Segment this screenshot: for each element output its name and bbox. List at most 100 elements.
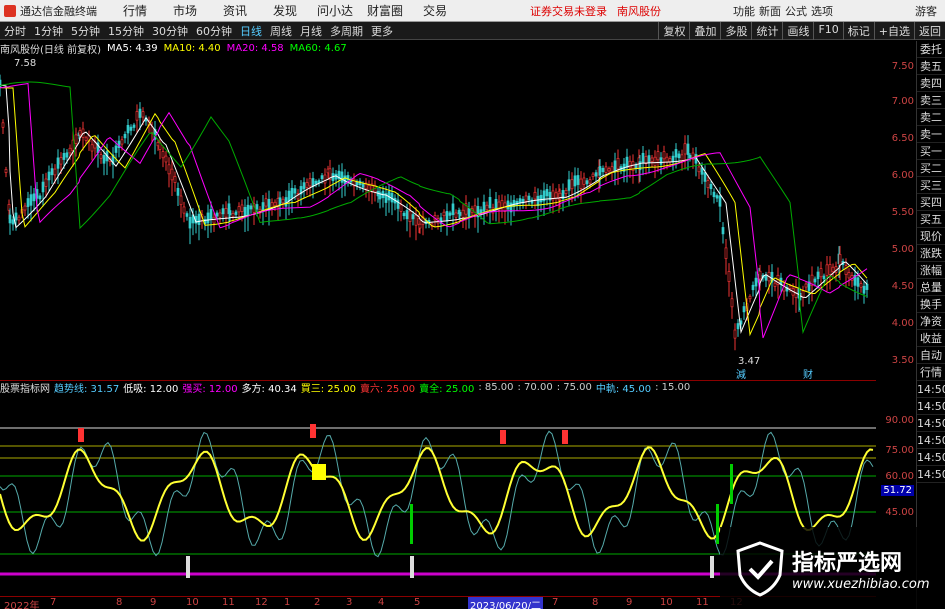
candle-body	[126, 124, 130, 134]
draw-button[interactable]: 画线	[782, 22, 813, 40]
menu-options[interactable]: 选项	[809, 3, 835, 19]
candle-body	[50, 168, 54, 176]
back-button[interactable]: 返回	[914, 22, 945, 40]
side-item[interactable]: 现价	[917, 228, 945, 245]
candle-body	[594, 172, 598, 177]
event-tag[interactable]: 減	[736, 366, 746, 381]
login-notice[interactable]: 证券交易未登录	[530, 3, 607, 19]
candle-body	[467, 208, 471, 217]
candle-body	[819, 268, 823, 278]
candle-body	[442, 211, 446, 217]
tab-period[interactable]: 30分钟	[148, 23, 192, 39]
menu-item[interactable]: 行情	[110, 2, 160, 19]
add-watchlist-button[interactable]: +自选	[873, 22, 914, 40]
menu-function[interactable]: 功能	[731, 3, 757, 19]
ma60-label: MA60: 4.67	[289, 42, 347, 54]
candle-body	[709, 183, 713, 190]
period-toolbar: 分时 1分钟 5分钟 15分钟 30分钟 60分钟 日线 周线 月线 多周期 更…	[0, 22, 945, 40]
candle-body	[314, 180, 318, 185]
candle-body	[579, 178, 583, 189]
candle-body	[23, 205, 27, 211]
f10-button[interactable]: F10	[813, 22, 842, 40]
signal-bar	[562, 430, 568, 444]
side-item[interactable]: 买三	[917, 177, 945, 194]
side-item[interactable]: 委托	[917, 41, 945, 58]
side-item[interactable]: 买一	[917, 143, 945, 160]
menu-item[interactable]: 市场	[160, 2, 210, 19]
candle-body	[703, 172, 707, 182]
side-item[interactable]: 行情	[917, 364, 945, 381]
candle-body	[610, 166, 614, 173]
side-item[interactable]: 卖二	[917, 109, 945, 126]
candle-body	[448, 212, 452, 216]
candle-body	[284, 197, 288, 207]
candle-body	[62, 153, 66, 160]
indicator-title[interactable]: 股票指标网	[0, 380, 50, 395]
tab-period[interactable]: 月线	[296, 23, 326, 39]
tab-period[interactable]: 60分钟	[192, 23, 236, 39]
side-item[interactable]: 自动	[917, 347, 945, 364]
event-tag[interactable]: 财	[803, 366, 813, 381]
candle-body	[231, 212, 235, 218]
quote-side-panel: 委托 卖五 卖四 卖三 卖二 卖一 买一 买二 买三 买四 买五 现价 涨跌 涨…	[916, 41, 945, 609]
menu-item[interactable]: 资讯	[210, 2, 260, 19]
overlay-button[interactable]: 叠加	[689, 22, 720, 40]
tab-period[interactable]: 分时	[0, 23, 30, 39]
guest-button[interactable]: 游客	[915, 3, 937, 19]
tab-period-daily[interactable]: 日线	[236, 23, 266, 39]
candle-body	[598, 166, 602, 176]
stock-name: 南风股份	[617, 4, 661, 18]
candle-body	[458, 211, 462, 216]
tab-period[interactable]: 1分钟	[30, 23, 67, 39]
tab-period[interactable]: 周线	[266, 23, 296, 39]
tab-period[interactable]: 多周期	[326, 23, 367, 39]
candle-body	[249, 205, 253, 210]
candle-body	[164, 155, 168, 163]
time-item: 14:50	[917, 432, 945, 449]
menu-new[interactable]: 新面	[757, 3, 783, 19]
app-logo-icon	[4, 4, 16, 17]
side-item[interactable]: 净资	[917, 313, 945, 330]
side-item[interactable]: 买二	[917, 160, 945, 177]
side-item[interactable]: 买五	[917, 211, 945, 228]
restore-button[interactable]: 复权	[658, 22, 689, 40]
tab-period[interactable]: 15分钟	[104, 23, 148, 39]
side-item[interactable]: 买四	[917, 194, 945, 211]
side-item[interactable]: 总量	[917, 279, 945, 296]
kline-chart[interactable]	[0, 55, 876, 395]
side-item[interactable]: 换手	[917, 296, 945, 313]
candle-body	[659, 157, 663, 165]
candle-body	[17, 216, 21, 221]
ind-value-badge: 51.72	[881, 485, 914, 496]
menu-item[interactable]: 财富圈	[360, 2, 410, 19]
side-item[interactable]: 卖五	[917, 58, 945, 75]
side-item[interactable]: 涨幅	[917, 262, 945, 279]
candle-body	[290, 187, 294, 199]
candle-body	[240, 204, 244, 212]
mark-button[interactable]: 标记	[842, 22, 874, 40]
side-item[interactable]: 卖四	[917, 75, 945, 92]
candle-body	[11, 219, 15, 225]
tab-period[interactable]: 5分钟	[67, 23, 104, 39]
candle-body	[554, 192, 558, 199]
side-item[interactable]: 收益	[917, 330, 945, 347]
signal-bar	[716, 504, 719, 544]
signal-bar	[78, 428, 84, 442]
candle-body	[724, 247, 728, 259]
candle-body	[859, 283, 863, 288]
candle-body	[727, 271, 731, 282]
stats-button[interactable]: 统计	[751, 22, 782, 40]
menu-formula[interactable]: 公式	[783, 3, 809, 19]
side-item[interactable]: 卖三	[917, 92, 945, 109]
candle-body	[647, 155, 651, 164]
tab-more[interactable]: 更多	[367, 23, 397, 39]
multi-stock-button[interactable]: 多股	[720, 22, 751, 40]
candle-body	[102, 154, 106, 164]
side-item[interactable]: 卖一	[917, 126, 945, 143]
candle-body	[1, 122, 5, 128]
menu-item[interactable]: 交易	[410, 2, 460, 19]
ma20-label: MA20: 4.58	[226, 42, 284, 54]
side-item[interactable]: 涨跌	[917, 245, 945, 262]
menu-item[interactable]: 问小达	[310, 2, 360, 19]
menu-item[interactable]: 发现	[260, 2, 310, 19]
